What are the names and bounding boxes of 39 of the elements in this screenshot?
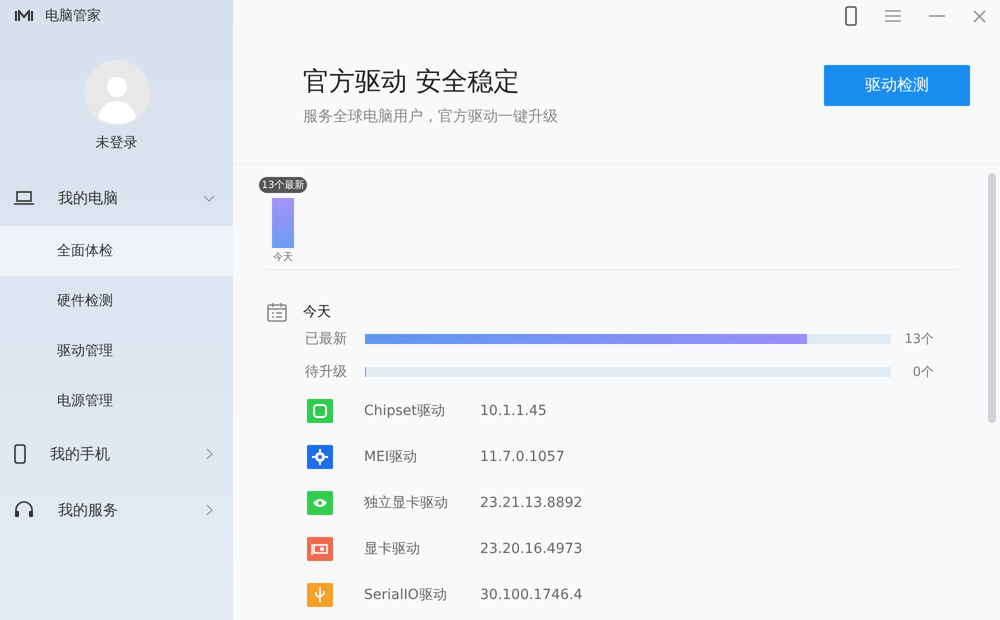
driver-version: 30.100.1746.4 bbox=[480, 587, 582, 603]
sidebar-group[interactable]: 我的服务 bbox=[0, 482, 233, 538]
tooltip: 13个最新 bbox=[258, 177, 308, 193]
page-title: 官方驱动 安全稳定 bbox=[303, 66, 520, 99]
sidebar-group[interactable]: 我的电脑 bbox=[0, 170, 233, 226]
sidebar-item[interactable]: 驱动管理 bbox=[0, 326, 233, 376]
driver-name: SerialIO驱动 bbox=[364, 586, 448, 604]
status-label: 待升级 bbox=[305, 362, 348, 380]
driver-name: 独立显卡驱动 bbox=[364, 494, 449, 512]
minimize-icon[interactable] bbox=[929, 15, 945, 17]
count-label: 13个 bbox=[904, 330, 934, 348]
logo-icon bbox=[15, 10, 33, 22]
sidebar-item[interactable]: 电源管理 bbox=[0, 376, 233, 426]
sidebar-item[interactable]: 硬件检测 bbox=[0, 276, 233, 326]
app-title: 电脑管家 bbox=[45, 7, 101, 25]
history-bar bbox=[272, 198, 294, 248]
phone-icon bbox=[14, 444, 26, 464]
driver-version: 23.20.16.4973 bbox=[480, 541, 582, 557]
status-label: 已最新 bbox=[305, 330, 348, 348]
headset-icon bbox=[14, 501, 34, 519]
laptop-icon bbox=[14, 191, 34, 205]
scrollbar-thumb[interactable] bbox=[988, 173, 996, 423]
date-heading: 今天 bbox=[303, 303, 331, 321]
driver-name: MEI驱动 bbox=[364, 448, 418, 466]
calendar-icon bbox=[267, 302, 287, 322]
sidebar-group[interactable]: 我的手机 bbox=[0, 426, 233, 482]
driver-version: 10.1.1.45 bbox=[480, 403, 547, 419]
phone-icon[interactable] bbox=[845, 6, 857, 26]
axis-label: 今天 bbox=[273, 251, 293, 264]
page-subtitle: 服务全球电脑用户，官方驱动一键升级 bbox=[303, 107, 558, 126]
sidebar-item[interactable]: 全面体检 bbox=[0, 226, 233, 276]
driver-name: Chipset驱动 bbox=[364, 402, 446, 420]
close-icon[interactable] bbox=[973, 10, 986, 22]
menu-icon[interactable] bbox=[885, 10, 901, 22]
driver-name: 显卡驱动 bbox=[364, 540, 421, 558]
login-status[interactable]: 未登录 bbox=[96, 134, 138, 152]
driver-version: 11.7.0.1057 bbox=[480, 449, 565, 465]
count-label: 0个 bbox=[912, 364, 934, 380]
driver-version: 23.21.13.8892 bbox=[480, 495, 582, 511]
